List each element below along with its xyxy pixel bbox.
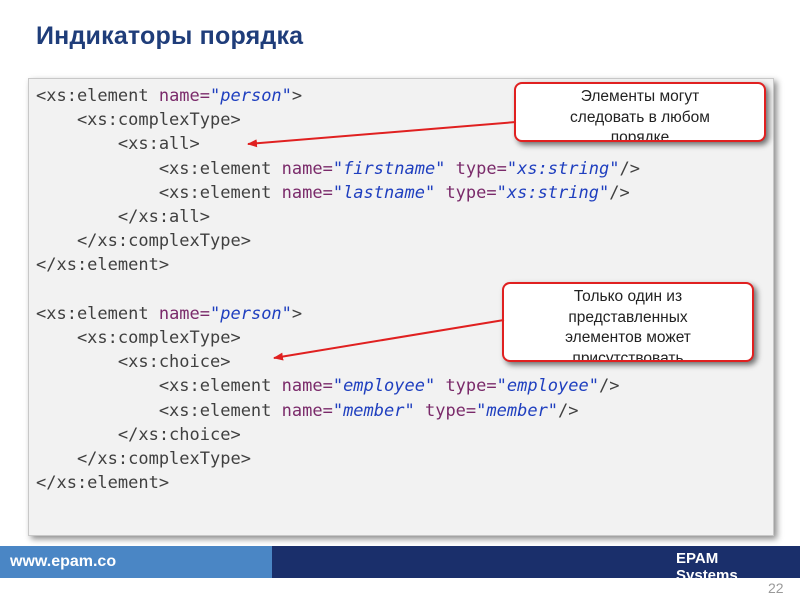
code-tag xyxy=(435,376,445,396)
code-attribute: name= xyxy=(158,86,211,106)
code-line: </xs:element> xyxy=(36,255,169,275)
code-tag: > xyxy=(291,86,303,106)
code-line: <xs:element name="employee" type="employ… xyxy=(36,376,620,397)
code-tag: </xs:complexType> xyxy=(36,231,251,252)
callout-line: элементов может xyxy=(565,329,691,346)
code-line: </xs:all> xyxy=(36,207,210,227)
code-tag: <xs:element xyxy=(36,158,282,179)
code-value: "employee" xyxy=(496,376,599,397)
code-tag: /> xyxy=(558,400,579,421)
code-attribute: type= xyxy=(424,400,477,421)
code-value: "firstname" xyxy=(332,158,446,179)
code-value: "xs:string" xyxy=(506,158,620,179)
code-attribute: name= xyxy=(158,303,211,324)
code-tag: <xs:element xyxy=(36,376,282,397)
code-line: <xs:element name="member" type="member"/… xyxy=(36,401,579,421)
code-value: "person" xyxy=(210,86,292,106)
code-tag: </xs:all> xyxy=(36,207,210,228)
code-value: "member" xyxy=(476,400,559,421)
code-line: <xs:choice> xyxy=(36,352,231,373)
code-tag: </xs:element> xyxy=(36,255,170,276)
slide-title: Индикаторы порядка xyxy=(36,22,304,50)
code-tag xyxy=(445,159,455,179)
code-line: </xs:choice> xyxy=(36,425,241,445)
code-attribute: type= xyxy=(445,182,497,203)
code-line: </xs:complexType> xyxy=(36,231,251,251)
code-value: "person" xyxy=(210,303,292,324)
code-tag: <xs:complexType> xyxy=(36,110,241,131)
code-attribute: type= xyxy=(445,376,497,397)
code-attribute: name= xyxy=(281,400,333,421)
code-value: "member" xyxy=(332,400,415,421)
callout-line: порядке xyxy=(610,129,670,142)
footer-bar: www.epam.co EPAM Systems xyxy=(0,546,800,578)
callout-line: присутствовать xyxy=(572,349,684,362)
code-tag: <xs:complexType> xyxy=(36,328,241,349)
code-tag: <xs:all> xyxy=(36,134,200,155)
code-line: <xs:element name="person"> xyxy=(36,86,302,106)
footer-url-link[interactable]: www.epam.co xyxy=(10,553,116,571)
callout-only-one: Только один из представленных элементов … xyxy=(502,282,754,362)
callout-line: Только один из xyxy=(573,288,683,305)
page-number: 22 xyxy=(768,580,784,596)
footer-accent: www.epam.co xyxy=(0,546,272,578)
code-tag xyxy=(435,183,445,203)
code-tag: </xs:element> xyxy=(36,473,170,494)
code-line: </xs:complexType> xyxy=(36,449,251,469)
code-tag: > xyxy=(291,303,303,324)
code-tag: </xs:complexType> xyxy=(36,449,251,470)
code-line: <xs:element name="firstname" type="xs:st… xyxy=(36,159,640,179)
code-line: <xs:element name="lastname" type="xs:str… xyxy=(36,183,630,203)
code-attribute: name= xyxy=(281,376,333,397)
code-attribute: name= xyxy=(281,158,333,179)
footer-brand-line: EPAM xyxy=(676,550,719,567)
code-tag: /> xyxy=(619,158,640,179)
callout-line: Элементы могут xyxy=(580,88,700,105)
code-attribute: type= xyxy=(455,158,507,179)
code-value: "xs:string" xyxy=(496,182,610,203)
code-tag: </xs:choice> xyxy=(36,424,241,445)
code-tag xyxy=(415,401,425,421)
code-tag: /> xyxy=(609,182,630,203)
code-tag: <xs:choice> xyxy=(36,352,231,373)
code-tag: <xs:element xyxy=(36,303,159,324)
code-tag: <xs:element xyxy=(36,86,159,106)
callout-line: следовать в любом xyxy=(570,108,710,126)
callout-line: представленных xyxy=(568,308,688,326)
callout-any-order: Элементы могут следовать в любом порядке xyxy=(514,82,766,142)
footer-brand: EPAM Systems xyxy=(676,550,746,578)
code-attribute: name= xyxy=(281,182,333,203)
code-value: "employee" xyxy=(332,376,436,397)
code-tag: /> xyxy=(598,376,620,397)
code-line: <xs:complexType> xyxy=(36,110,241,130)
code-line: <xs:element name="person"> xyxy=(36,304,302,324)
code-tag: <xs:element xyxy=(36,182,282,203)
footer-brand-line: Systems xyxy=(676,567,738,578)
code-line: </xs:element> xyxy=(36,473,169,493)
code-tag: <xs:element xyxy=(36,400,282,421)
code-value: "lastname" xyxy=(332,182,436,203)
code-line: <xs:all> xyxy=(36,134,200,154)
code-line: <xs:complexType> xyxy=(36,328,241,348)
